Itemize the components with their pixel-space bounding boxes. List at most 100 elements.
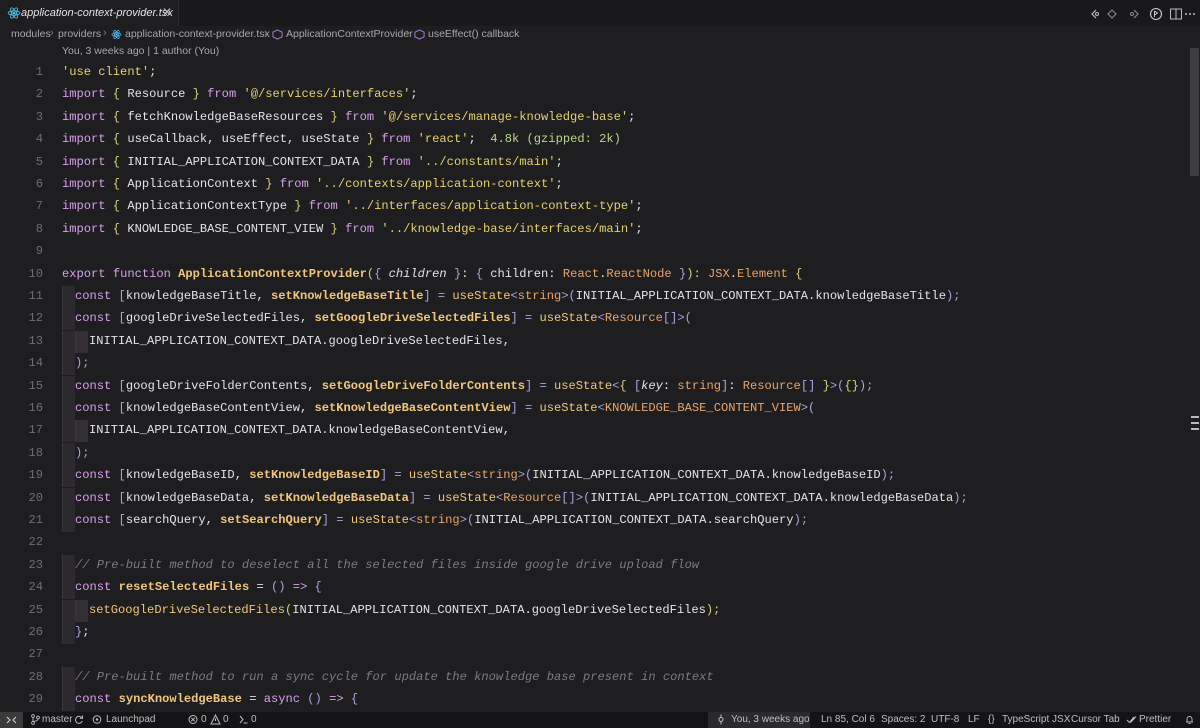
code-line: 15 const [googleDriveFolderContents, set… [0,375,1188,398]
breadcrumb-item-providers[interactable]: providers [58,28,101,40]
code-token: import [62,177,106,191]
more-actions-icon[interactable] [1183,7,1197,21]
code-token: ] = [510,311,540,326]
code-token: { [105,132,128,147]
code-editor[interactable]: 1 'use client'; 2 import { Resource } fr… [0,62,1188,712]
cursor-position[interactable]: Ln 85, Col 6 [821,714,875,725]
line-number: 3 [35,109,43,124]
code-token: '@/services/manage-knowledge-base' [381,109,629,124]
git-branch[interactable]: master [42,714,73,725]
code-token: INITIAL_APPLICATION_CONTEXT_DATA [575,289,809,303]
code-token: useState [408,468,467,483]
encoding[interactable]: UTF-8 [931,714,959,725]
indent-guide [62,622,75,644]
breadcrumb: modules › providers › application-contex… [0,26,1200,43]
code-token: >( [575,490,591,505]
code-line: 22 [0,532,1188,554]
editor-tab[interactable]: application-context-provider.tsx ✕ [0,0,179,26]
code-token: ] = [379,468,409,483]
status-bar: master Launchpad 0 0 0 You, 3 weeks ago … [0,712,1200,728]
scrollbar-marker [1191,428,1199,430]
ports-count[interactable]: 0 [251,714,257,725]
scrollbar-thumb[interactable] [1190,48,1199,176]
code-token: , [256,289,271,303]
code-line: 4 import { useCallback, useEffect, useSt… [0,129,1188,151]
code-token: const [75,401,112,415]
code-token: { [105,87,128,102]
go-forward-alt-icon[interactable] [1127,7,1141,21]
split-view-icon[interactable] [1169,7,1183,21]
line-number: 12 [28,311,43,326]
code-token: . [729,266,738,281]
prettier-status[interactable]: Prettier [1139,714,1171,725]
error-icon [188,715,198,724]
go-back-icon[interactable] [1087,7,1101,21]
react-icon [111,30,122,39]
remote-indicator[interactable] [0,712,23,728]
git-blame[interactable]: You, 3 weeks ago [731,714,810,725]
code-line: 26 }; [0,622,1188,644]
breadcrumb-item-callback[interactable]: useEffect() callback [428,28,519,40]
line-number: 27 [28,647,43,662]
sync-icon[interactable] [74,714,84,725]
code-token: < [597,401,605,415]
code-token: 'react' [417,132,469,147]
code-token: { [475,266,491,281]
code-line: 9 [0,241,1188,263]
chevron-right-icon: › [103,27,107,39]
go-forward-icon[interactable] [1105,7,1119,21]
code-token: ; [555,177,563,191]
code-token: , [502,423,510,438]
code-token: [] [561,490,576,505]
indent-guide [75,599,88,622]
close-icon[interactable]: ✕ [162,5,172,19]
code-token: import [62,87,106,102]
notifications-icon[interactable] [1184,714,1195,725]
code-token: setSearchQuery [220,513,322,527]
code-token: >( [459,513,475,527]
launchpad-label[interactable]: Launchpad [106,714,156,725]
code-token: ; [468,132,476,147]
code-token: Resource [742,378,801,393]
blame-codelens[interactable]: You, 3 weeks ago | 1 author (You) [62,45,219,57]
code-token: function [112,266,171,281]
split-editor-icon[interactable] [1149,7,1163,21]
code-token: const [75,378,112,393]
code-token: useCallback, useEffect, useState [127,132,360,147]
line-number: 4 [35,132,43,147]
indent-guide [62,442,75,465]
code-token: knowledgeBaseData [125,490,250,505]
line-number: 10 [28,266,43,281]
code-token: { [105,221,128,236]
code-token: , [300,401,315,415]
code-token: ); [858,378,874,393]
error-count[interactable]: 0 [201,714,207,725]
breadcrumb-item-modules[interactable]: modules [11,28,51,40]
cursor-tab[interactable]: Cursor Tab [1071,714,1120,725]
breadcrumb-item-symbol[interactable]: ApplicationContextProvider [286,28,413,40]
indent-guide [62,375,75,398]
code-token: = [241,692,264,707]
code-line: 27 [0,644,1188,666]
code-token: ; [635,199,643,214]
code-line: 8 import { KNOWLEDGE_BASE_CONTENT_VIEW }… [0,219,1188,241]
code-token: ] = [408,490,438,505]
warning-count[interactable]: 0 [223,714,229,725]
code-token: {} [844,378,859,393]
line-number: 28 [28,669,43,684]
breadcrumb-item-file[interactable]: application-context-provider.tsx [125,28,270,40]
end-of-line[interactable]: LF [968,714,980,725]
line-number: 13 [28,333,43,348]
code-token: } [185,87,208,102]
language-mode[interactable]: TypeScript JSX [1002,714,1070,725]
git-branch-icon [31,714,40,725]
indent-guide [62,420,75,443]
indentation[interactable]: Spaces: 2 [881,714,925,725]
code-token: const [75,289,112,303]
code-token: from [308,199,338,214]
line-number: 22 [28,535,43,550]
indent-guide [62,577,75,600]
code-token: , [307,378,322,393]
code-comment: // Pre-built method to deselect all the … [75,557,700,572]
